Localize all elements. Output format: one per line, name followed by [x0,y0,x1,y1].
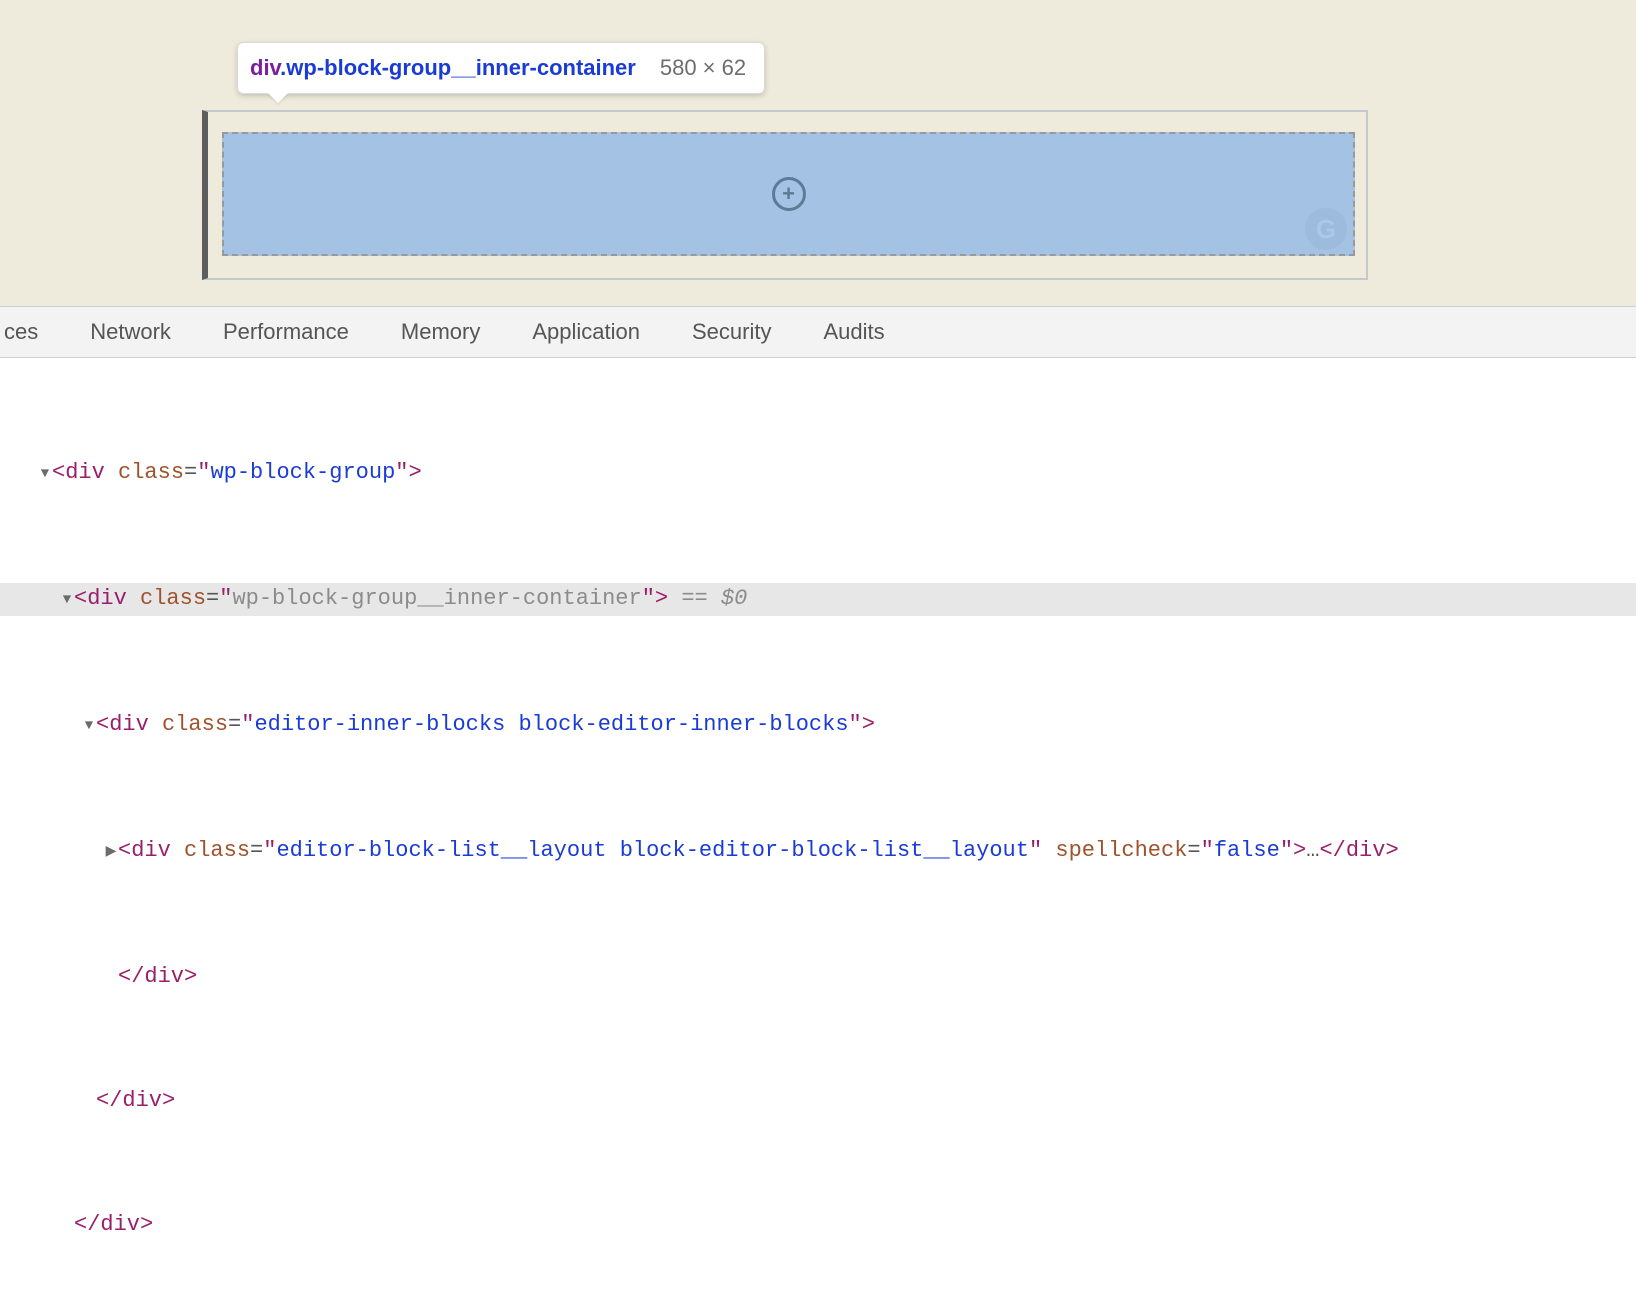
block-group-outline[interactable]: + G [202,110,1368,280]
dom-node-inner-blocks[interactable]: <div class="editor-inner-blocks block-ed… [0,709,1636,742]
tab-memory[interactable]: Memory [401,319,480,345]
tooltip-dimensions: 580 × 62 [660,53,746,83]
tab-network[interactable]: Network [90,319,171,345]
dom-node-inner-container[interactable]: <div class="wp-block-group__inner-contai… [0,583,1636,616]
tooltip-classname: .wp-block-group__inner-container [280,55,636,80]
tooltip-tagname: div [250,55,280,80]
expand-caret-icon[interactable] [38,459,52,490]
collapse-caret-icon[interactable] [104,837,118,868]
plus-icon: + [782,183,795,205]
grammarly-icon[interactable]: G [1305,208,1347,250]
tab-performance[interactable]: Performance [223,319,349,345]
tooltip-selector: div.wp-block-group__inner-container [250,53,636,83]
add-block-button[interactable]: + [772,177,806,211]
dom-node-group[interactable]: <div class="wp-block-group"> [0,457,1636,490]
tab-security[interactable]: Security [692,319,771,345]
grammarly-letter: G [1316,214,1336,245]
tab-audits[interactable]: Audits [823,319,884,345]
expand-caret-icon[interactable] [60,585,74,616]
element-inspect-tooltip: div.wp-block-group__inner-container 580 … [237,42,765,94]
dom-close-group[interactable]: </div> [0,1209,1636,1240]
dom-node-block-list-layout[interactable]: <div class="editor-block-list__layout bl… [0,835,1636,868]
expand-caret-icon[interactable] [82,711,96,742]
tab-application[interactable]: Application [532,319,640,345]
tab-partial-sources[interactable]: ces [0,319,38,345]
elements-dom-tree[interactable]: <div class="wp-block-group"> <div class=… [0,358,1636,1312]
devtools-tab-bar: ces Network Performance Memory Applicati… [0,306,1636,358]
dom-close-inner-container[interactable]: </div> [0,1085,1636,1116]
dom-close-inner-blocks[interactable]: </div> [0,961,1636,992]
page-preview-area: div.wp-block-group__inner-container 580 … [0,0,1636,306]
console-ref-zero: == $0 [668,586,747,611]
inspector-highlight-rect[interactable]: + G [222,132,1355,256]
